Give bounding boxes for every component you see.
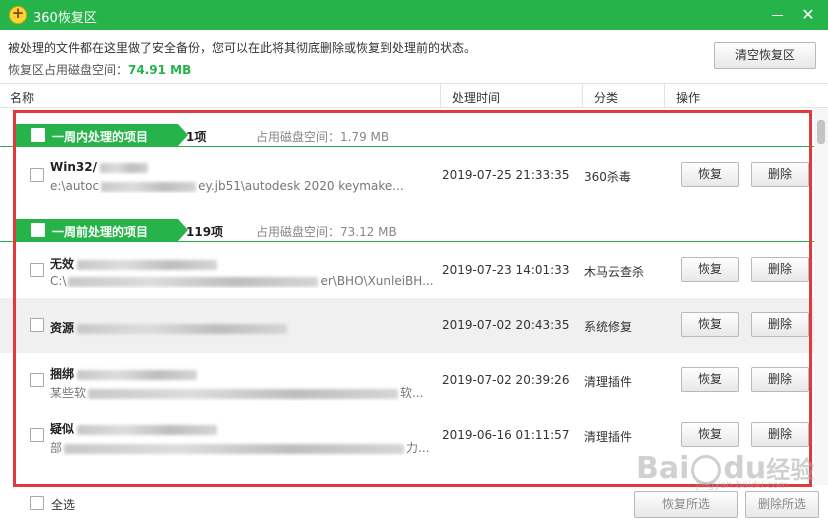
group-title: 一周内处理的项目 [52, 130, 149, 144]
delete-button[interactable]: 删除 [751, 162, 809, 187]
restore-button[interactable]: 恢复 [681, 312, 739, 337]
column-divider [582, 84, 583, 108]
row-time: 2019-07-25 21:33:35 [442, 168, 570, 182]
disk-usage-value: 74.91 MB [128, 63, 192, 77]
redacted-text [77, 259, 218, 270]
column-divider [440, 84, 441, 108]
group-count: 1项 [186, 130, 207, 144]
table-row[interactable]: Win32/ e:\autoc ey.jb51\autodesk 2020 key… [0, 148, 814, 203]
select-all-checkbox[interactable] [30, 496, 44, 510]
disk-usage-label: 恢复区占用磁盘空间： [8, 63, 129, 77]
row-checkbox[interactable] [30, 318, 44, 332]
row-name: 无效 [50, 255, 218, 272]
app-logo-icon [9, 4, 27, 24]
group-checkbox[interactable] [31, 223, 45, 237]
redacted-text [77, 424, 218, 435]
column-action: 操作 [676, 91, 701, 105]
redacted-text [68, 276, 319, 287]
row-category: 系统修复 [584, 320, 633, 334]
item-list: 一周内处理的项目 1项 占用磁盘空间：1.79 MB Win32/ e:\aut… [0, 108, 828, 485]
close-button[interactable]: ✕ [797, 4, 819, 26]
clear-recovery-button[interactable]: 清空恢复区 [714, 42, 816, 69]
delete-selected-button[interactable]: 删除所选 [745, 491, 819, 518]
delete-button[interactable]: 删除 [751, 422, 809, 447]
baidu-watermark: Bai du经验 jingyan.baidu.com [636, 450, 826, 491]
row-name: 疑似 [50, 420, 218, 437]
group-tag: 一周前处理的项目 [14, 219, 188, 241]
restore-button[interactable]: 恢复 [681, 162, 739, 187]
info-description: 被处理的文件都在这里做了安全备份，您可以在此将其彻底删除或恢复到处理前的状态。 [8, 41, 477, 55]
redacted-text [77, 369, 198, 380]
table-row[interactable]: 无效 C:\ er\BHO\XunleiBH... 2019-07-23 14:0… [0, 243, 814, 298]
row-category: 木马云查杀 [584, 265, 645, 279]
restore-selected-button[interactable]: 恢复所选 [634, 491, 738, 518]
row-checkbox[interactable] [30, 263, 44, 277]
row-path: 某些软 软... [50, 386, 424, 400]
group-size: 占用磁盘空间：1.79 MB [256, 130, 390, 144]
row-checkbox[interactable] [30, 373, 44, 387]
column-time[interactable]: 处理时间 [452, 89, 500, 106]
window-title: 360恢复区 [33, 11, 97, 26]
row-path: C:\ er\BHO\XunleiBH... [50, 274, 434, 288]
delete-button[interactable]: 删除 [751, 367, 809, 392]
redacted-text [99, 162, 148, 173]
scroll-thumb[interactable] [817, 120, 825, 144]
row-category: 清理插件 [584, 430, 633, 444]
delete-button[interactable]: 删除 [751, 257, 809, 282]
row-name: 捆绑 [50, 365, 198, 382]
redacted-text [77, 323, 288, 334]
group-title: 一周前处理的项目 [52, 225, 149, 239]
redacted-text [64, 443, 405, 454]
group-within-week: 一周内处理的项目 1项 占用磁盘空间：1.79 MB [0, 122, 814, 148]
list-scrollbar[interactable] [814, 108, 828, 485]
row-name: Win32/ [50, 160, 148, 174]
row-path: e:\autoc ey.jb51\autodesk 2020 keymake... [50, 179, 404, 193]
group-before-week: 一周前处理的项目 119项 占用磁盘空间：73.12 MB [0, 217, 814, 243]
table-row[interactable]: 捆绑 某些软 软... 2019-07-02 20:39:26 清理插件 恢复 删… [0, 353, 814, 408]
row-name: 资源 [50, 319, 288, 336]
restore-button[interactable]: 恢复 [681, 257, 739, 282]
group-divider [0, 146, 814, 147]
row-time: 2019-06-16 01:11:57 [442, 428, 570, 442]
select-all-label[interactable]: 全选 [51, 496, 75, 513]
row-category: 360杀毒 [584, 170, 631, 184]
row-checkbox[interactable] [30, 428, 44, 442]
row-time: 2019-07-02 20:39:26 [442, 373, 570, 387]
footer-bar: 全选 恢复所选 删除所选 [0, 487, 828, 523]
group-checkbox[interactable] [31, 128, 45, 142]
column-category[interactable]: 分类 [594, 89, 618, 106]
title-bar: 360恢复区 ✕ [0, 0, 828, 30]
table-row[interactable]: 资源 2019-07-02 20:43:35 系统修复 恢复 删除 [0, 298, 814, 353]
minimize-button[interactable] [766, 4, 788, 26]
disk-usage-info: 恢复区占用磁盘空间：74.91 MB [8, 61, 191, 78]
row-time: 2019-07-23 14:01:33 [442, 263, 570, 277]
row-path: 部力... [50, 441, 430, 455]
redacted-text [88, 388, 399, 399]
column-name[interactable]: 名称 [10, 89, 34, 106]
group-size: 占用磁盘空间：73.12 MB [256, 225, 397, 239]
group-divider [0, 241, 814, 242]
group-tag: 一周内处理的项目 [14, 124, 188, 146]
row-category: 清理插件 [584, 375, 633, 389]
column-divider [664, 84, 665, 108]
restore-button[interactable]: 恢复 [681, 422, 739, 447]
row-checkbox[interactable] [30, 168, 44, 182]
column-header: 名称 处理时间 分类 操作 [0, 83, 828, 108]
restore-button[interactable]: 恢复 [681, 367, 739, 392]
delete-button[interactable]: 删除 [751, 312, 809, 337]
group-count: 119项 [186, 225, 224, 239]
row-time: 2019-07-02 20:43:35 [442, 318, 570, 332]
redacted-text [101, 181, 197, 192]
